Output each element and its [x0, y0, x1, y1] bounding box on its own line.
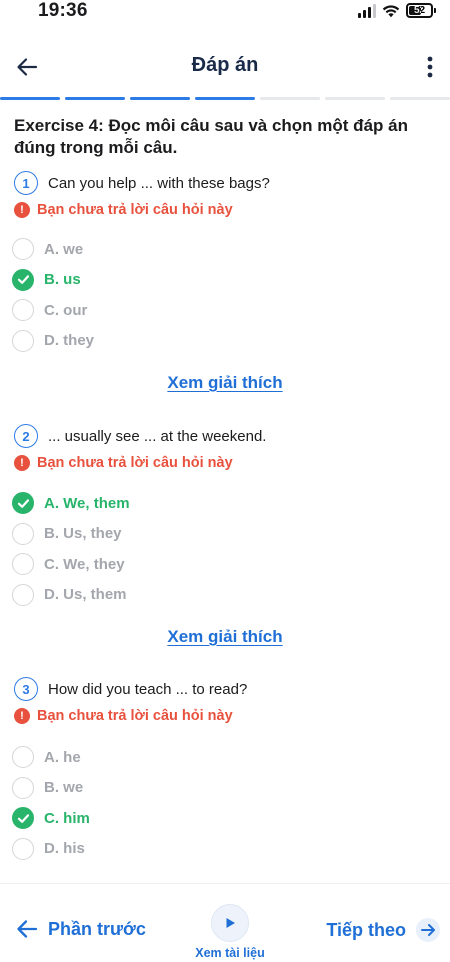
question-text: Can you help ... with these bags? — [48, 174, 270, 192]
question-number: 1 — [14, 171, 38, 195]
option-label: B. we — [44, 779, 84, 797]
play-button[interactable] — [211, 904, 249, 942]
answer-option[interactable]: A. he — [12, 742, 442, 773]
arrow-left-icon — [17, 920, 38, 938]
radio-button[interactable] — [12, 522, 34, 545]
answer-option[interactable]: B. Us, they — [12, 519, 442, 550]
answer-option[interactable]: A. We, them — [12, 488, 442, 519]
view-documents-label: Xem tài liệu — [195, 946, 265, 960]
alert-icon: ! — [14, 202, 30, 218]
next-button[interactable]: Tiếp theo — [326, 918, 440, 942]
unanswered-warning: Bạn chưa trả lời câu hỏi này — [37, 202, 233, 218]
exercise-title: Exercise 4: Đọc môi câu sau và chọn một … — [14, 116, 408, 157]
status-bar: 19:36 52 — [0, 0, 450, 26]
progress-segment — [130, 97, 190, 100]
progress-segment — [260, 97, 320, 100]
check-circle-icon[interactable] — [12, 492, 34, 515]
answer-option[interactable]: C. our — [12, 295, 442, 326]
question-number: 3 — [14, 677, 38, 701]
page-title: Đáp án — [191, 54, 259, 76]
explain-link-2[interactable]: Xem giải thích — [0, 627, 450, 647]
check-circle-icon[interactable] — [12, 807, 34, 830]
radio-button[interactable] — [12, 238, 34, 261]
status-icons: 52 — [358, 3, 436, 18]
progress-segment — [390, 97, 450, 100]
bottom-navigation: Phần trước Xem tài liệu Tiếp theo — [0, 883, 450, 962]
answer-option[interactable]: B. us — [12, 265, 442, 296]
option-label: B. Us, they — [44, 525, 122, 543]
alert-icon: ! — [14, 455, 30, 471]
alert-icon: ! — [14, 708, 30, 724]
answer-option[interactable]: B. we — [12, 773, 442, 804]
explain-link-1[interactable]: Xem giải thích — [0, 373, 450, 393]
question-2: 2 ... usually see ... at the weekend. ! … — [14, 424, 444, 473]
option-label: C. him — [44, 809, 90, 827]
answer-option[interactable]: D. his — [12, 834, 442, 865]
answer-option[interactable]: C. We, they — [12, 549, 442, 580]
battery-level: 52 — [413, 5, 426, 16]
progress-segment — [195, 97, 255, 100]
play-icon — [226, 918, 235, 928]
radio-button[interactable] — [12, 583, 34, 606]
radio-button[interactable] — [12, 837, 34, 860]
option-label: D. his — [44, 840, 85, 858]
answer-option[interactable]: C. him — [12, 803, 442, 834]
battery-icon: 52 — [406, 3, 433, 18]
answer-option[interactable]: A. we — [12, 234, 442, 265]
answer-option[interactable]: D. they — [12, 326, 442, 357]
question-1: 1 Can you help ... with these bags? ! Bạ… — [14, 171, 444, 220]
check-circle-icon[interactable] — [12, 268, 34, 291]
more-options-button[interactable] — [418, 52, 442, 82]
question-text: How did you teach ... to read? — [48, 680, 248, 698]
option-label: A. he — [44, 748, 81, 766]
options-list-1: A. we B. us C. our D. they — [12, 234, 442, 356]
previous-label: Phần trước — [48, 918, 146, 939]
answer-option[interactable]: D. Us, them — [12, 580, 442, 611]
unanswered-warning: Bạn chưa trả lời câu hỏi này — [37, 455, 233, 471]
more-vertical-icon — [427, 56, 433, 78]
question-3: 3 How did you teach ... to read? ! Bạn c… — [14, 677, 444, 726]
options-list-2: A. We, them B. Us, they C. We, they D. Us, … — [12, 488, 442, 610]
question-number: 2 — [14, 424, 38, 448]
radio-button[interactable] — [12, 329, 34, 352]
option-label: B. us — [44, 271, 81, 289]
option-label: C. our — [44, 301, 88, 319]
app-bar: Đáp án — [0, 44, 450, 90]
wifi-icon — [382, 4, 400, 17]
progress-segment — [65, 97, 125, 100]
arrow-right-icon — [416, 918, 440, 942]
option-label: A. We, them — [44, 494, 130, 512]
progress-segment — [325, 97, 385, 100]
option-label: A. we — [44, 240, 84, 258]
radio-button[interactable] — [12, 299, 34, 322]
options-list-3: A. he B. we C. him D. his — [12, 742, 442, 864]
unanswered-warning: Bạn chưa trả lời câu hỏi này — [37, 708, 233, 724]
question-text: ... usually see ... at the weekend. — [48, 427, 267, 445]
signal-icon — [358, 3, 376, 18]
radio-button[interactable] — [12, 746, 34, 769]
radio-button[interactable] — [12, 776, 34, 799]
option-label: C. We, they — [44, 555, 125, 573]
view-documents-button[interactable]: Xem tài liệu — [190, 904, 270, 960]
progress-bar — [0, 97, 450, 101]
radio-button[interactable] — [12, 553, 34, 576]
previous-button[interactable]: Phần trước — [16, 918, 146, 940]
progress-segment — [0, 97, 60, 100]
status-time: 19:36 — [38, 0, 88, 21]
next-label: Tiếp theo — [326, 919, 406, 940]
option-label: D. Us, them — [44, 586, 127, 604]
option-label: D. they — [44, 332, 95, 350]
